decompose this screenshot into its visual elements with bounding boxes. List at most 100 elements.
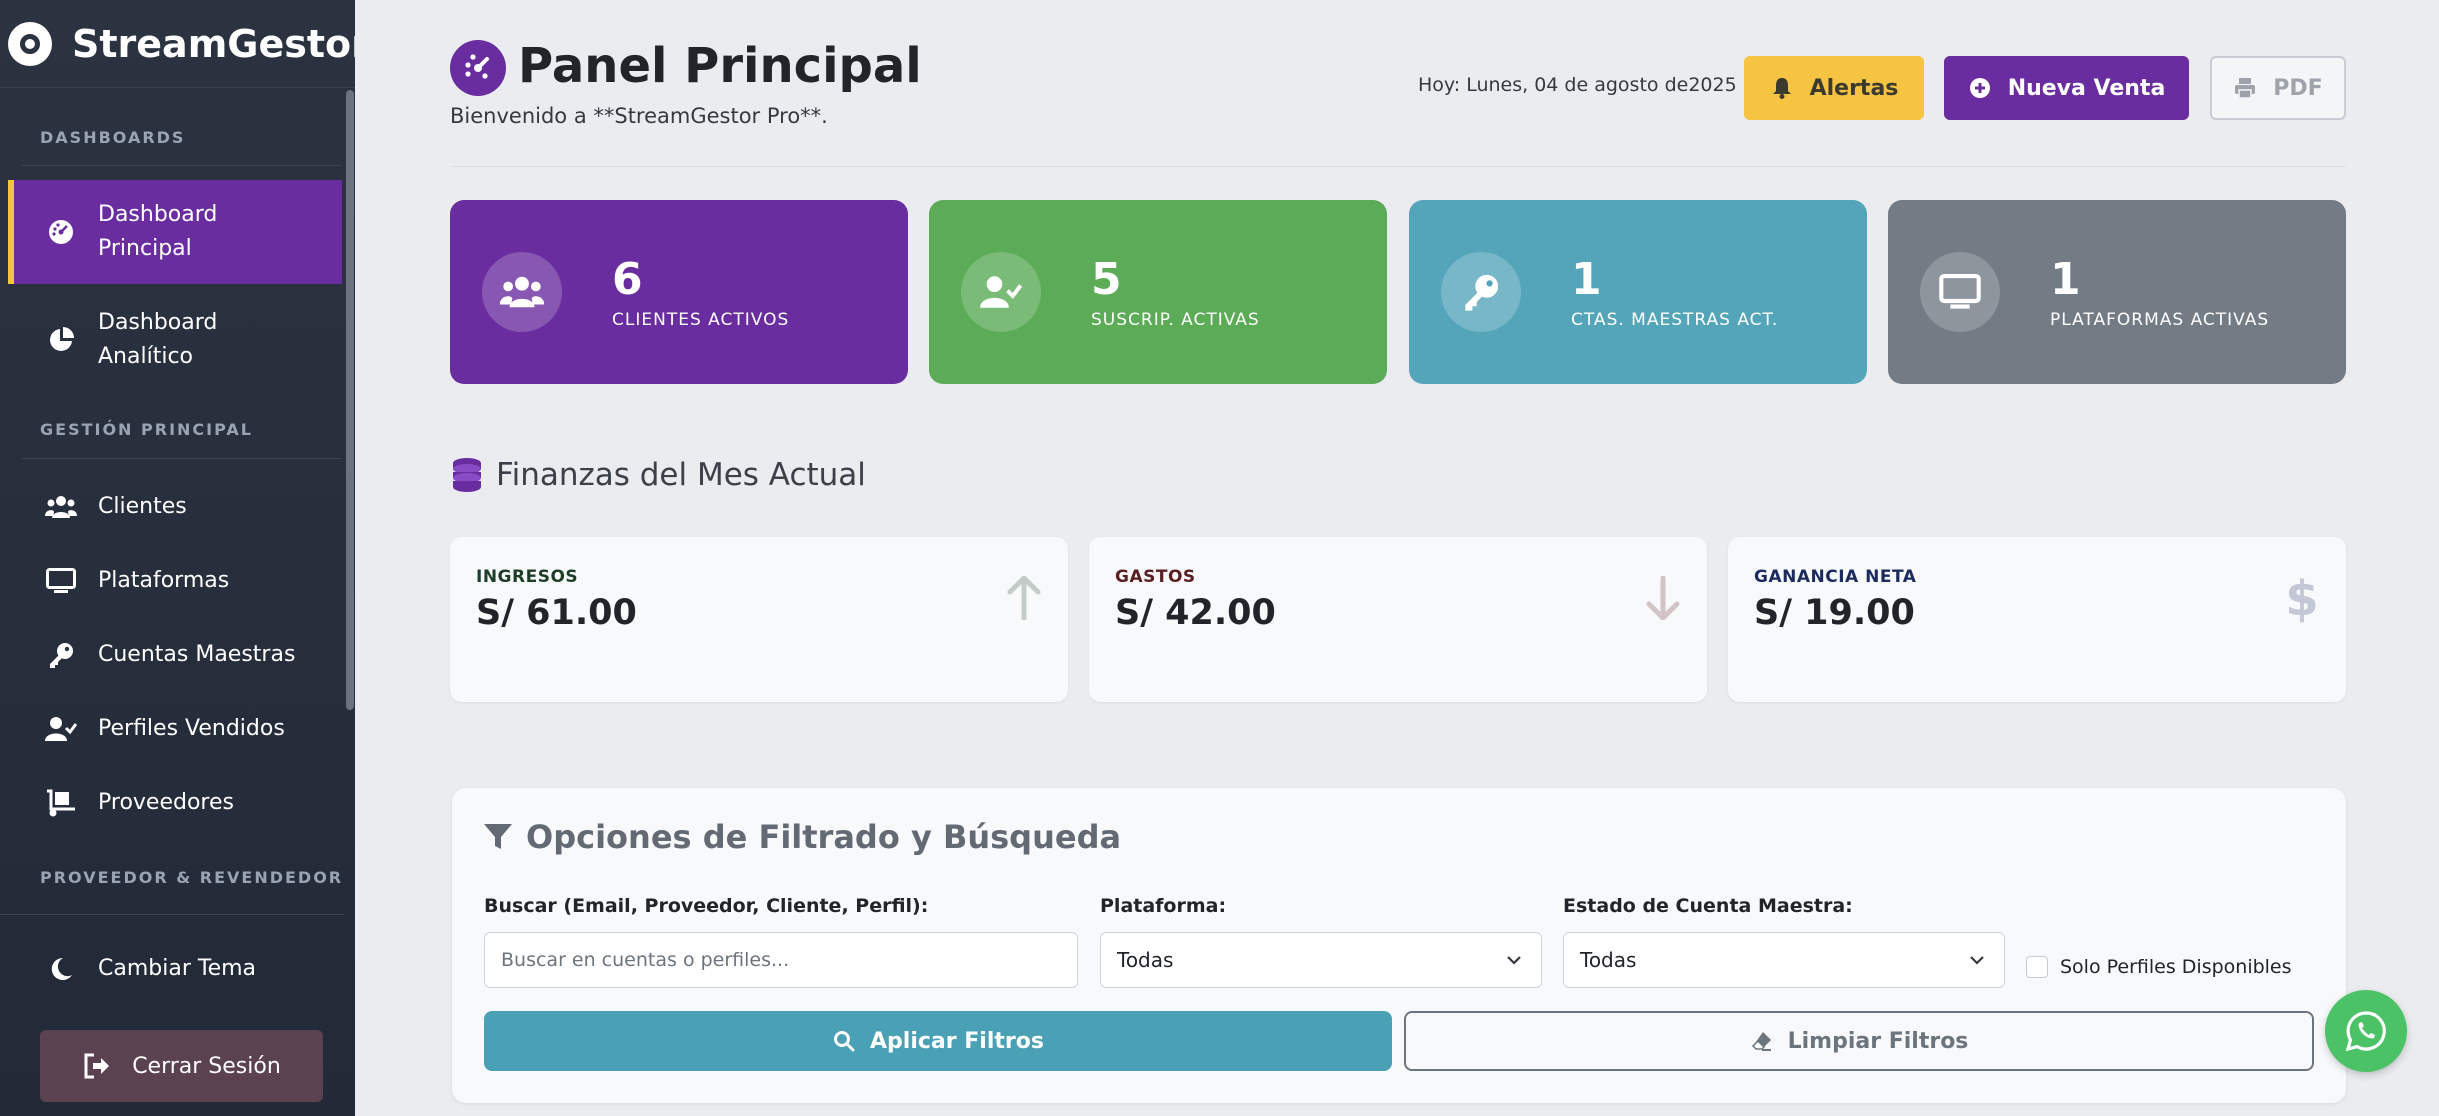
finance-label: GANANCIA NETA: [1754, 567, 1917, 587]
gauge-icon: [450, 40, 506, 96]
sidebar: StreamGestor DASHBOARDS Dashboard Princi…: [0, 0, 355, 1116]
finance-value: S/ 42.00: [1115, 593, 1276, 633]
sign-out-icon: [82, 1051, 112, 1081]
filter-icon: [482, 821, 514, 853]
stat-card-cuentas-maestras[interactable]: 1 CTAS. MAESTRAS ACT.: [1409, 200, 1867, 384]
only-available-checkbox[interactable]: [2026, 956, 2048, 978]
page-title: Panel Principal: [518, 38, 922, 94]
plus-circle-icon: [1968, 76, 1992, 100]
status-select-value: Todas: [1580, 948, 1637, 972]
sidebar-item-proveedores[interactable]: Proveedores: [8, 786, 342, 820]
arrow-up-icon: [1004, 573, 1044, 623]
apply-filters-button[interactable]: Aplicar Filtros: [484, 1011, 1392, 1071]
dollar-icon: $: [2282, 573, 2322, 623]
theme-toggle-label: Cambiar Tema: [98, 956, 257, 981]
user-check-icon: [961, 252, 1041, 332]
divider: [22, 458, 342, 459]
brand-name: StreamGestor: [72, 21, 355, 66]
sidebar-item-label: Perfiles Vendidos: [98, 716, 285, 741]
brand[interactable]: StreamGestor: [0, 0, 355, 88]
whatsapp-icon: [2345, 1011, 2386, 1052]
stat-label: CLIENTES ACTIVOS: [612, 310, 790, 330]
user-check-icon: [44, 712, 78, 746]
current-date: Hoy: Lunes, 04 de agosto de2025: [1418, 74, 1737, 96]
stat-value: 5: [1091, 254, 1122, 305]
finance-value: S/ 19.00: [1754, 593, 1915, 633]
stat-card-suscripciones[interactable]: 5 SUSCRIP. ACTIVAS: [929, 200, 1387, 384]
finance-title-text: Finanzas del Mes Actual: [496, 457, 866, 493]
status-select[interactable]: Todas: [1563, 932, 2005, 988]
alerts-label: Alertas: [1809, 75, 1899, 101]
sidebar-heading-proveedor: PROVEEDOR & REVENDEDOR: [40, 868, 344, 887]
stat-value: 6: [612, 254, 643, 305]
divider: [0, 914, 344, 915]
sidebar-item-perfiles-vendidos[interactable]: Perfiles Vendidos: [8, 712, 342, 746]
new-sale-label: Nueva Venta: [2007, 75, 2166, 101]
print-icon: [2233, 76, 2257, 100]
finance-card-ganancia: GANANCIA NETA S/ 19.00 $: [1728, 537, 2346, 702]
sidebar-item-label: Dashboard Analítico: [98, 310, 218, 369]
key-icon: [1441, 252, 1521, 332]
search-input[interactable]: [484, 932, 1078, 988]
monitor-icon: [44, 564, 78, 598]
divider: [450, 166, 2346, 167]
finance-card-ingresos: INGRESOS S/ 61.00: [450, 537, 1068, 702]
sidebar-item-label: Clientes: [98, 494, 187, 519]
pdf-label: PDF: [2273, 75, 2323, 101]
users-icon: [44, 490, 78, 524]
stat-card-plataformas[interactable]: 1 PLATAFORMAS ACTIVAS: [1888, 200, 2346, 384]
sidebar-item-dashboard-principal[interactable]: Dashboard Principal: [8, 180, 342, 284]
apply-filters-label: Aplicar Filtros: [870, 1028, 1044, 1054]
whatsapp-button[interactable]: [2325, 990, 2407, 1072]
coins-icon: [450, 456, 484, 494]
page-subtitle: Bienvenido a **StreamGestor Pro**.: [450, 104, 828, 128]
filter-title: Opciones de Filtrado y Búsqueda: [482, 818, 1121, 856]
filter-title-text: Opciones de Filtrado y Búsqueda: [526, 818, 1122, 856]
stat-label: PLATAFORMAS ACTIVAS: [2050, 310, 2270, 330]
brand-logo-icon: [8, 21, 52, 66]
chevron-down-icon: [1507, 956, 1521, 965]
clear-filters-button[interactable]: Limpiar Filtros: [1404, 1011, 2314, 1071]
gauge-icon: [44, 215, 78, 249]
svg-text:$: $: [2285, 573, 2318, 623]
sidebar-heading-gestion: GESTIÓN PRINCIPAL: [40, 420, 253, 439]
sidebar-item-clientes[interactable]: Clientes: [8, 490, 342, 524]
sidebar-item-cuentas-maestras[interactable]: Cuentas Maestras: [8, 638, 342, 672]
stat-card-clientes[interactable]: 6 CLIENTES ACTIVOS: [450, 200, 908, 384]
sidebar-item-label: Plataformas: [98, 568, 230, 593]
stat-label: CTAS. MAESTRAS ACT.: [1571, 310, 1779, 330]
key-icon: [44, 638, 78, 672]
moon-icon: [44, 952, 78, 986]
logout-button[interactable]: Cerrar Sesión: [40, 1030, 323, 1102]
finance-value: S/ 61.00: [476, 593, 637, 633]
only-available-label: Solo Perfiles Disponibles: [2060, 956, 2292, 978]
status-label: Estado de Cuenta Maestra:: [1563, 895, 1853, 917]
alerts-button[interactable]: Alertas: [1744, 56, 1924, 120]
new-sale-button[interactable]: Nueva Venta: [1944, 56, 2189, 120]
sidebar-item-plataformas[interactable]: Plataformas: [8, 564, 342, 598]
stat-label: SUSCRIP. ACTIVAS: [1091, 310, 1260, 330]
users-icon: [482, 252, 562, 332]
theme-toggle[interactable]: Cambiar Tema: [8, 952, 342, 986]
search-label: Buscar (Email, Proveedor, Cliente, Perfi…: [484, 895, 929, 917]
platform-label: Plataforma:: [1100, 895, 1227, 917]
logout-label: Cerrar Sesión: [132, 1053, 281, 1079]
finance-card-gastos: GASTOS S/ 42.00: [1089, 537, 1707, 702]
pdf-button[interactable]: PDF: [2210, 56, 2346, 120]
finance-label: GASTOS: [1115, 567, 1196, 587]
sidebar-item-label: Proveedores: [98, 790, 234, 815]
sidebar-item-label: Dashboard Principal: [98, 202, 218, 261]
bell-icon: [1770, 76, 1794, 100]
divider: [22, 165, 342, 166]
finance-section-title: Finanzas del Mes Actual: [450, 456, 866, 494]
chevron-down-icon: [1970, 956, 1984, 965]
sidebar-item-dashboard-analitico[interactable]: Dashboard Analítico: [8, 298, 342, 382]
sidebar-scroll-thumb[interactable]: [346, 90, 354, 710]
filter-panel: Opciones de Filtrado y Búsqueda Buscar (…: [452, 788, 2346, 1103]
only-available-toggle[interactable]: Solo Perfiles Disponibles: [2026, 956, 2292, 978]
arrow-down-icon: [1643, 573, 1683, 623]
dolly-icon: [44, 786, 78, 820]
sidebar-item-label: Cuentas Maestras: [98, 642, 296, 667]
platform-select[interactable]: Todas: [1100, 932, 1542, 988]
eraser-icon: [1750, 1029, 1774, 1053]
